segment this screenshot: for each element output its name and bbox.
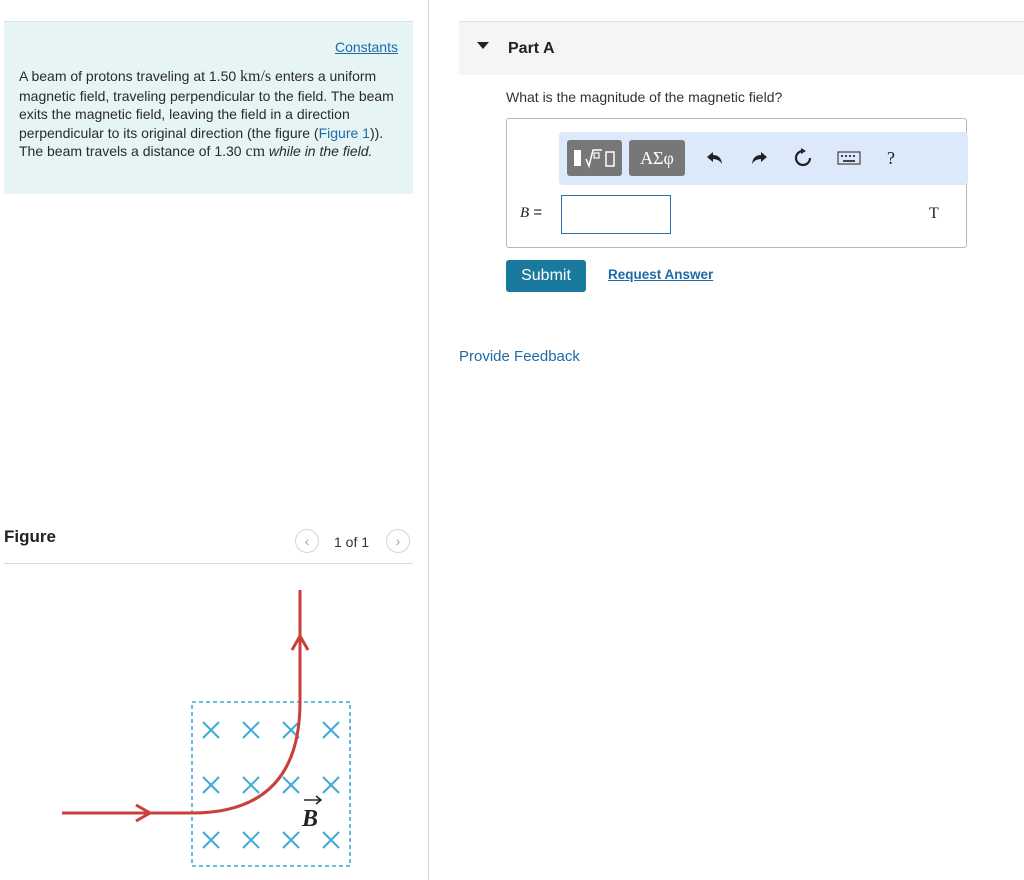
constants-link[interactable]: Constants bbox=[335, 39, 398, 55]
field-x-mark bbox=[242, 776, 260, 794]
field-x-mark bbox=[202, 831, 220, 849]
figure-prev-button[interactable]: ‹ bbox=[295, 529, 319, 553]
answer-input[interactable] bbox=[561, 195, 671, 234]
chevron-left-icon: ‹ bbox=[304, 533, 310, 549]
problem-text: A beam of protons traveling at 1.50 km/s… bbox=[19, 67, 399, 162]
keyboard-icon[interactable] bbox=[837, 146, 861, 170]
undo-icon[interactable] bbox=[703, 146, 727, 170]
variable-symbol: B bbox=[520, 205, 530, 221]
field-x-mark bbox=[282, 776, 300, 794]
field-label: B bbox=[301, 806, 318, 832]
field-x-mark bbox=[322, 776, 340, 794]
templates-icon bbox=[573, 149, 615, 169]
caret-down-icon[interactable] bbox=[477, 42, 489, 49]
field-x-mark bbox=[202, 776, 220, 794]
figure-link[interactable]: Figure 1 bbox=[319, 125, 370, 141]
field-x-markers bbox=[202, 721, 340, 849]
chevron-right-icon: › bbox=[395, 533, 401, 549]
redo-icon[interactable] bbox=[747, 146, 771, 170]
answer-box: ΑΣφ ? B = T bbox=[506, 118, 968, 248]
help-button[interactable]: ? bbox=[879, 146, 903, 170]
answer-variable-label: B = bbox=[520, 204, 542, 222]
distance-unit: cm bbox=[245, 143, 266, 160]
templates-button[interactable] bbox=[567, 140, 622, 176]
problem-statement-panel: Constants A beam of protons traveling at… bbox=[4, 21, 413, 194]
figure-next-button[interactable]: › bbox=[386, 529, 410, 553]
field-x-mark bbox=[322, 831, 340, 849]
math-toolbar: ΑΣφ ? bbox=[559, 132, 968, 185]
part-a-header[interactable]: Part A bbox=[459, 21, 1024, 75]
speed-unit: km/s bbox=[240, 68, 272, 85]
problem-text-4: while in the field. bbox=[265, 143, 373, 159]
field-x-mark bbox=[202, 721, 220, 739]
reset-icon[interactable] bbox=[791, 146, 815, 170]
field-x-mark bbox=[322, 721, 340, 739]
submit-button[interactable]: Submit bbox=[506, 260, 586, 292]
column-divider bbox=[428, 0, 429, 880]
figure-divider bbox=[4, 563, 413, 564]
field-x-mark bbox=[242, 831, 260, 849]
request-answer-link[interactable]: Request Answer bbox=[608, 267, 713, 282]
figure-title: Figure bbox=[4, 527, 56, 546]
provide-feedback-link[interactable]: Provide Feedback bbox=[459, 348, 580, 365]
field-x-mark bbox=[282, 831, 300, 849]
figure-pager-text: 1 of 1 bbox=[334, 534, 370, 550]
field-x-mark bbox=[242, 721, 260, 739]
problem-text-1: A beam of protons traveling at 1.50 bbox=[19, 68, 241, 84]
part-title: Part A bbox=[508, 40, 555, 57]
greek-symbols-button[interactable]: ΑΣφ bbox=[629, 140, 685, 176]
equals-sign: = bbox=[529, 204, 543, 221]
unit-label: T bbox=[929, 205, 939, 222]
magnetic-field-figure: B bbox=[62, 590, 351, 867]
question-text: What is the magnitude of the magnetic fi… bbox=[506, 89, 783, 105]
